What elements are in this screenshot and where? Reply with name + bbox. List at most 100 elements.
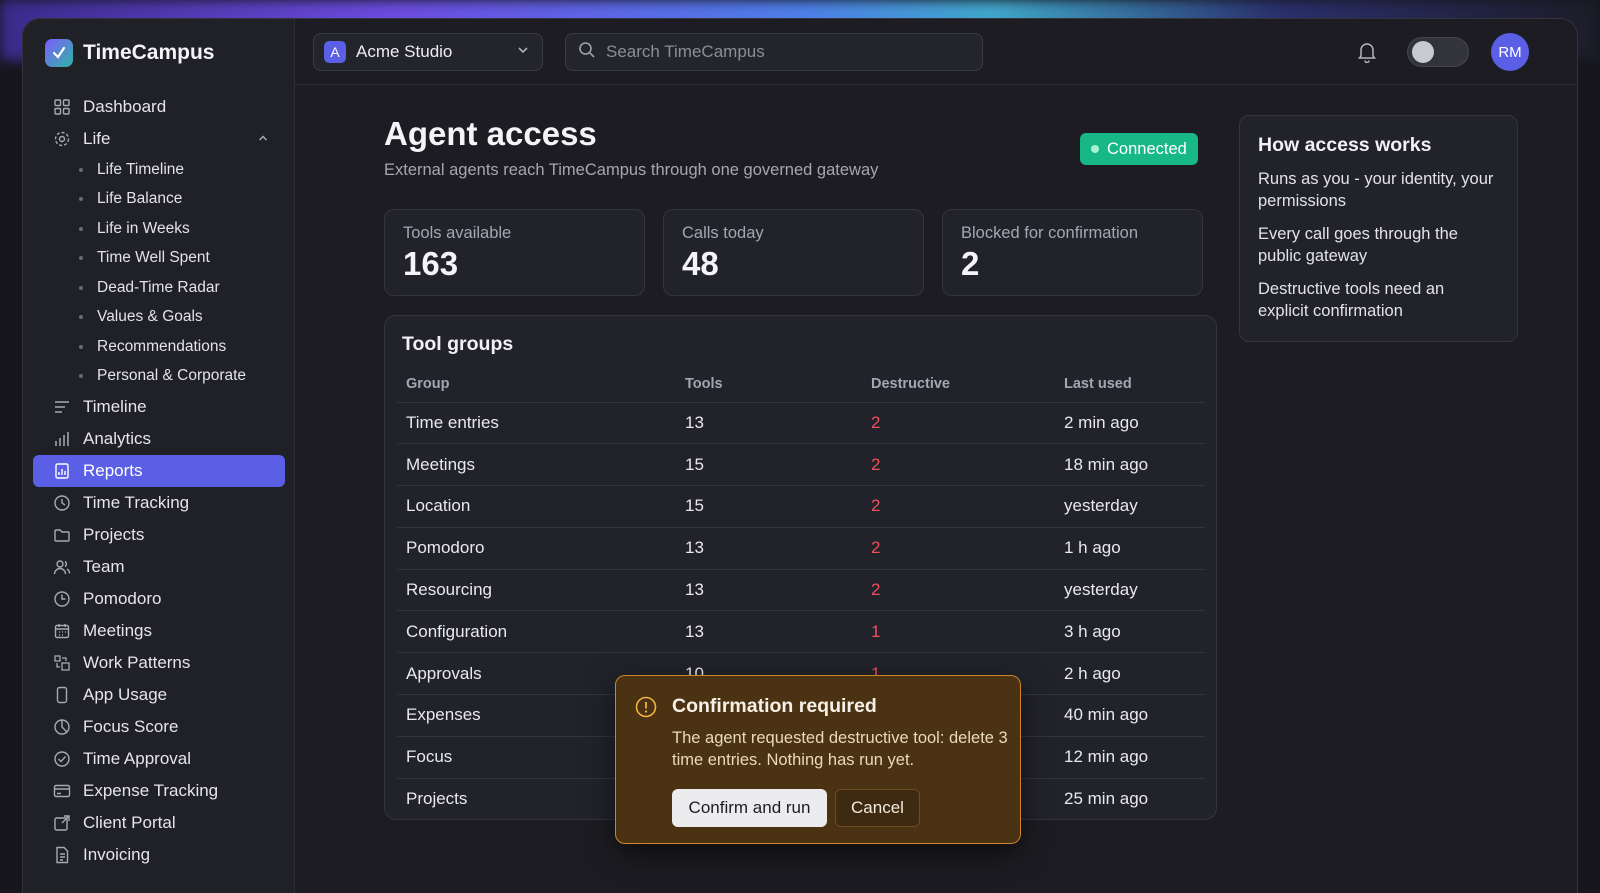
- workspace-switcher[interactable]: A Acme Studio: [313, 33, 543, 71]
- sidebar-subitem-label: Life in Weeks: [97, 219, 190, 237]
- sidebar-item-label: App Usage: [83, 685, 168, 704]
- table-row[interactable]: Pomodoro 13 2 1 h ago: [397, 527, 1205, 570]
- sidebar-item-app-usage[interactable]: App Usage: [33, 679, 285, 711]
- cell-destructive: 1: [862, 610, 1055, 654]
- column-header-last-used[interactable]: Last used: [1055, 366, 1205, 403]
- sidebar-subitem[interactable]: Dead-Time Radar: [33, 273, 285, 303]
- sidebar-item-expense-tracking[interactable]: Expense Tracking: [33, 775, 285, 807]
- sidebar-item-invoicing[interactable]: Invoicing: [33, 839, 285, 871]
- avatar[interactable]: RM: [1491, 33, 1529, 71]
- pie-icon: [53, 718, 71, 736]
- column-header-tools[interactable]: Tools: [676, 366, 862, 403]
- tool-groups-title: Tool groups: [402, 333, 514, 355]
- sidebar-item-team[interactable]: Team: [33, 551, 285, 583]
- bullet-icon: [79, 315, 83, 320]
- workspace-badge: A: [324, 41, 346, 63]
- clock-icon: [53, 494, 71, 512]
- stat-value: 2: [961, 245, 980, 282]
- sidebar-item-label: Projects: [83, 525, 145, 544]
- phone-icon: [53, 686, 71, 704]
- sidebar-item-work-patterns[interactable]: Work Patterns: [33, 647, 285, 679]
- column-header-group[interactable]: Group: [397, 366, 676, 403]
- how-access-point: Destructive tools need an explicit confi…: [1258, 280, 1445, 320]
- cell-destructive: 2: [862, 485, 1055, 528]
- table-header-row: Group Tools Destructive Last used: [397, 366, 1205, 403]
- bell-icon[interactable]: [1357, 41, 1377, 68]
- sidebar-item-focus-score[interactable]: Focus Score: [33, 711, 285, 743]
- cell-last-used: 3 h ago: [1055, 610, 1205, 654]
- sidebar-item-life[interactable]: Life: [33, 123, 285, 155]
- table-row[interactable]: Configuration 13 1 3 h ago: [397, 610, 1205, 654]
- cell-destructive: 2: [862, 569, 1055, 612]
- sidebar-item-time-tracking[interactable]: Time Tracking: [33, 487, 285, 519]
- sidebar-subitem-label: Personal & Corporate: [97, 367, 247, 385]
- status-badge: Connected: [1080, 133, 1198, 165]
- sidebar-item-dashboard[interactable]: Dashboard: [33, 91, 285, 123]
- chevron-up-icon[interactable]: [257, 129, 269, 149]
- theme-toggle[interactable]: [1407, 37, 1469, 67]
- brand[interactable]: TimeCampus: [45, 39, 215, 67]
- sidebar-item-label: Meetings: [83, 621, 152, 640]
- sidebar-item-label: Life: [83, 129, 111, 148]
- bullet-icon: [79, 167, 83, 172]
- column-header-destructive[interactable]: Destructive: [862, 366, 1055, 403]
- sidebar-item-projects[interactable]: Projects: [33, 519, 285, 551]
- sidebar-item-client-portal[interactable]: Client Portal: [33, 807, 285, 839]
- report-icon: [53, 462, 71, 480]
- sidebar-item-time-approval[interactable]: Time Approval: [33, 743, 285, 775]
- sidebar-subitem[interactable]: Recommendations: [33, 332, 285, 362]
- how-access-point: Runs as you - your identity, your permis…: [1258, 170, 1494, 210]
- page-title: Agent access: [384, 115, 597, 152]
- sidebar-subitem[interactable]: Life Balance: [33, 185, 285, 215]
- sidebar-item-analytics[interactable]: Analytics: [33, 423, 285, 455]
- status-label: Connected: [1107, 139, 1187, 158]
- confirmation-title: Confirmation required: [672, 695, 877, 717]
- cancel-button[interactable]: Cancel: [835, 789, 920, 827]
- folder-icon: [53, 526, 71, 544]
- warning-icon: [635, 696, 657, 723]
- cell-destructive: 2: [862, 402, 1055, 445]
- cell-last-used: 12 min ago: [1055, 736, 1205, 779]
- sidebar-subitem[interactable]: Life in Weeks: [33, 214, 285, 244]
- sidebar-item-reports[interactable]: Reports: [33, 455, 285, 487]
- gear-icon: [53, 130, 71, 148]
- sidebar-subitem[interactable]: Life Timeline: [33, 155, 285, 185]
- table-row[interactable]: Location 15 2 yesterday: [397, 485, 1205, 528]
- confirm-and-run-button[interactable]: Confirm and run: [672, 789, 827, 827]
- stat-value: 48: [682, 245, 719, 282]
- sidebar-item-label: Reports: [83, 461, 143, 480]
- sidebar-item-pomodoro[interactable]: Pomodoro: [33, 583, 285, 615]
- cell-tools: 13: [676, 569, 862, 612]
- pattern-icon: [53, 654, 71, 672]
- bullet-icon: [79, 344, 83, 349]
- chevron-down-icon: [516, 42, 530, 62]
- sidebar-item-meetings[interactable]: Meetings: [33, 615, 285, 647]
- sidebar-subitem[interactable]: Values & Goals: [33, 303, 285, 333]
- sidebar-subitem[interactable]: Time Well Spent: [33, 244, 285, 274]
- sidebar-subitem-label: Values & Goals: [97, 308, 203, 326]
- sidebar-nav: Dashboard Life Life Timeline Life Balance Li…: [33, 91, 285, 871]
- stat-label: Calls today: [682, 224, 764, 242]
- sidebar-item-label: Time Approval: [83, 749, 192, 768]
- sidebar-item-timeline[interactable]: Timeline: [33, 391, 285, 423]
- search-input[interactable]: [606, 42, 966, 62]
- app-window: TimeCampus Dashboard Life Life Timeline Lif…: [22, 18, 1578, 893]
- cell-group: Time entries: [397, 402, 676, 445]
- sidebar-subitem[interactable]: Personal & Corporate: [33, 362, 285, 392]
- users-icon: [53, 558, 71, 576]
- stat-card-calls: Calls today 48: [663, 209, 924, 296]
- cell-destructive: 2: [862, 527, 1055, 570]
- table-row[interactable]: Meetings 15 2 18 min ago: [397, 443, 1205, 487]
- document-icon: [53, 846, 71, 864]
- table-row[interactable]: Resourcing 13 2 yesterday: [397, 569, 1205, 612]
- bar-chart-icon: [53, 430, 71, 448]
- bullet-icon: [79, 285, 83, 290]
- sidebar-item-label: Client Portal: [83, 813, 176, 832]
- table-row[interactable]: Time entries 13 2 2 min ago: [397, 402, 1205, 445]
- search-icon: [578, 41, 596, 64]
- sidebar-subitem-label: Time Well Spent: [97, 249, 210, 267]
- sidebar-item-label: Work Patterns: [83, 653, 191, 672]
- logo-icon: [45, 39, 73, 67]
- search-box[interactable]: [565, 33, 983, 71]
- cell-tools: 13: [676, 527, 862, 570]
